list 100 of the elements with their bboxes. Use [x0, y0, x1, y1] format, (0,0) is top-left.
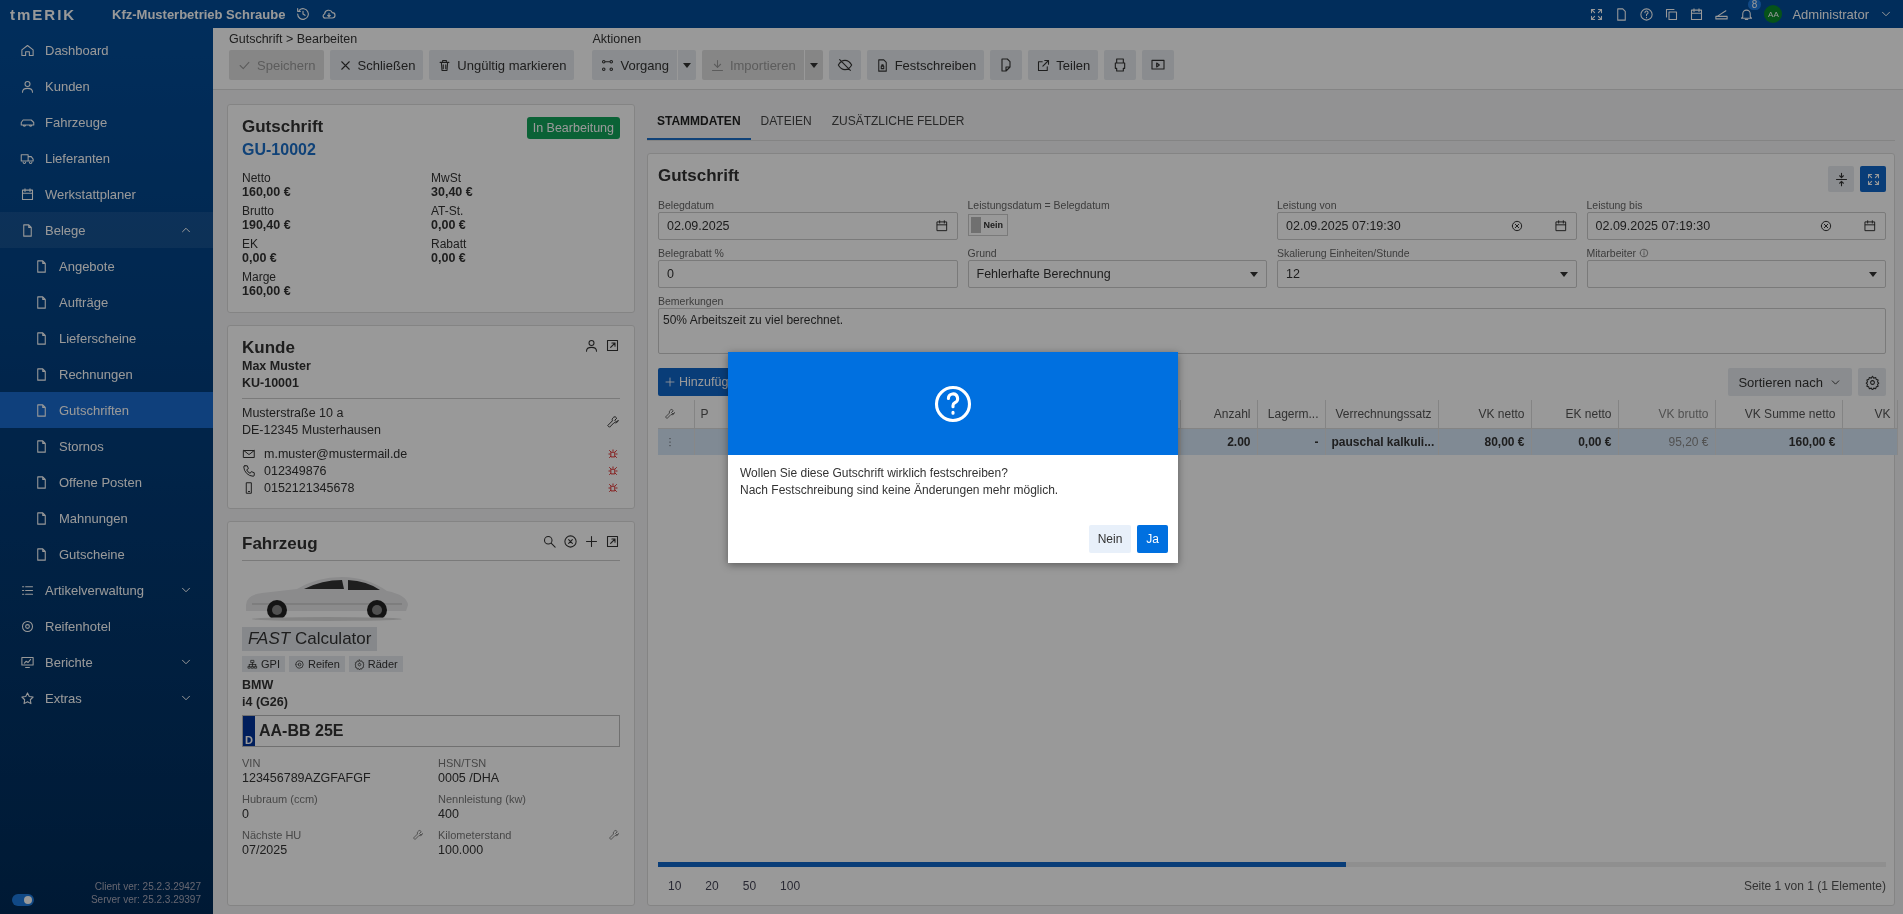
contact-value[interactable]: m.muster@mustermail.de	[264, 446, 598, 461]
page-size-option[interactable]: 50	[732, 877, 767, 895]
document-icon	[34, 258, 49, 274]
sidebar-item[interactable]: Lieferanten	[0, 140, 213, 176]
clear-icon[interactable]	[563, 534, 578, 549]
sidebar-item[interactable]: Artikelverwaltung	[0, 572, 213, 608]
wrench-icon[interactable]	[606, 415, 620, 429]
column-header[interactable]: Anzahl	[1213, 407, 1251, 421]
user-icon[interactable]	[584, 338, 599, 353]
history-icon[interactable]	[295, 6, 312, 22]
tag-button[interactable]: Räder	[348, 656, 403, 672]
select-field[interactable]: 12	[1277, 260, 1577, 288]
contact-value[interactable]: 012349876	[264, 463, 598, 478]
sidebar-item[interactable]: Extras	[0, 680, 213, 716]
icon-button[interactable]	[1142, 50, 1175, 80]
tag-button[interactable]: Reifen	[288, 656, 345, 672]
tab[interactable]: DATEIEN	[750, 104, 822, 140]
customer-number: KU-10001	[242, 375, 300, 392]
screen-icon	[1150, 57, 1167, 73]
address-line: Musterstraße 10 a	[242, 405, 345, 422]
sidebar-item[interactable]: Gutschriften	[0, 392, 213, 428]
sidebar-item[interactable]: Stornos	[0, 428, 213, 464]
sidebar-item[interactable]: Lieferscheine	[0, 320, 213, 356]
sidebar-item[interactable]: Rechnungen	[0, 356, 213, 392]
toolbar-button[interactable]: Festschreiben	[866, 50, 985, 80]
input-field[interactable]: 0	[658, 260, 958, 288]
sidebar-item[interactable]: Aufträge	[0, 284, 213, 320]
calendar-icon[interactable]	[1689, 6, 1705, 22]
toolbar-button[interactable]: Schließen	[329, 50, 424, 80]
tag-button[interactable]: GPI	[242, 656, 285, 672]
page-size-option[interactable]: 10	[658, 877, 692, 895]
external-link-icon[interactable]	[605, 338, 620, 353]
plus-icon[interactable]	[584, 534, 599, 549]
sidebar-item[interactable]: Mahnungen	[0, 500, 213, 536]
column-header[interactable]: VK	[1874, 407, 1891, 421]
sidebar-item[interactable]: Werkstattplaner	[0, 176, 213, 212]
page-size-option[interactable]: 20	[695, 877, 729, 895]
column-header[interactable]: VK Summe netto	[1744, 407, 1836, 421]
field-label: Grund	[967, 247, 997, 259]
fullscreen-icon[interactable]	[1589, 6, 1605, 22]
figure-label: EK	[242, 237, 259, 251]
column-header[interactable]: VK netto	[1478, 407, 1525, 421]
collapse-button[interactable]	[1828, 166, 1854, 192]
column-header[interactable]: P	[700, 407, 709, 421]
settings-button[interactable]	[1858, 368, 1886, 396]
search-icon[interactable]	[542, 534, 557, 549]
toggle-switch[interactable]: Nein	[967, 214, 1008, 236]
column-header[interactable]: Verrechnungssatz	[1335, 407, 1432, 421]
calculator-logo[interactable]: FAST Calculator	[242, 627, 378, 651]
sidebar-item[interactable]: Reifenhotel	[0, 608, 213, 644]
dropdown-button[interactable]	[677, 50, 696, 80]
figure-value: 160,00 €	[242, 284, 292, 298]
sidebar-item[interactable]: Offene Posten	[0, 464, 213, 500]
toolbar-button[interactable]: Teilen	[1028, 50, 1099, 80]
wrench-icon	[664, 408, 676, 420]
dropdown-button[interactable]	[804, 50, 823, 80]
expand-button[interactable]	[1860, 166, 1886, 192]
sidebar-item[interactable]: Gutscheine	[0, 536, 213, 572]
sidebar-item[interactable]: Dashboard	[0, 32, 213, 68]
calendar-icon	[1553, 219, 1568, 233]
contact-value[interactable]: 0152121345678	[264, 480, 598, 495]
help-icon[interactable]	[1639, 6, 1655, 22]
avatar[interactable]: AA	[1764, 5, 1783, 23]
icon-button[interactable]	[1104, 50, 1137, 80]
dialog-message: Nach Festschreibung sind keine Änderungen mehr möglich.	[740, 482, 1060, 499]
toggle-switch[interactable]	[12, 894, 34, 906]
tab[interactable]: ZUSÄTZLICHE FELDER	[821, 104, 975, 140]
column-header[interactable]: EK netto	[1565, 407, 1612, 421]
sidebar-item[interactable]: Berichte	[0, 644, 213, 680]
toolbar-button[interactable]: Vorgang	[592, 50, 677, 80]
select-field[interactable]	[1586, 260, 1886, 288]
icon-button[interactable]	[828, 50, 861, 80]
sort-button[interactable]: Sortieren nach	[1728, 368, 1852, 396]
date-time-field[interactable]: 02.09.2025 07:19:30	[1277, 212, 1577, 240]
scrollbar[interactable]	[658, 862, 1886, 867]
document-number-link[interactable]: GU-10002	[242, 141, 324, 159]
wrench-icon[interactable]	[412, 829, 424, 841]
toolbar-button[interactable]: Ungültig markieren	[429, 50, 575, 80]
dialog-button[interactable]: Nein	[1088, 525, 1132, 553]
tab[interactable]: STAMMDATEN	[647, 104, 751, 140]
figure-value: 190,40 €	[242, 218, 292, 232]
bell-icon[interactable]	[1739, 6, 1755, 22]
date-field[interactable]: 02.09.2025	[658, 212, 958, 240]
detail-value: 0005 /DHA	[438, 771, 501, 785]
external-link-icon[interactable]	[605, 534, 620, 549]
icon-button[interactable]	[990, 50, 1023, 80]
vehicle-model: i4 (G26)	[242, 694, 289, 711]
table-cell: pauschal kalkuli...	[1331, 435, 1435, 449]
sidebar-item[interactable]: Kunden	[0, 68, 213, 104]
user-name[interactable]: Administrator	[1792, 6, 1869, 22]
date-time-field[interactable]: 02.09.2025 07:19:30	[1586, 212, 1886, 240]
copy-icon[interactable]	[1664, 6, 1680, 22]
dialog-button[interactable]: Ja	[1137, 525, 1168, 553]
sidebar-item[interactable]: Angebote	[0, 248, 213, 284]
wrench-icon[interactable]	[608, 829, 620, 841]
select-field[interactable]: Fehlerhafte Berechnung	[967, 260, 1267, 288]
column-header[interactable]: Lagerm...	[1267, 407, 1319, 421]
calendar-icon	[934, 219, 949, 233]
sidebar-item[interactable]: Fahrzeuge	[0, 104, 213, 140]
page-size-option[interactable]: 100	[770, 877, 811, 895]
